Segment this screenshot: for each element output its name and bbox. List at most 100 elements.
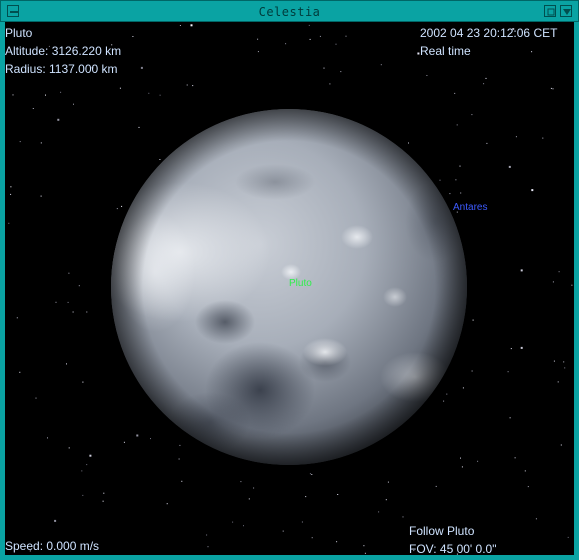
star: [57, 118, 60, 121]
3d-viewport[interactable]: Pluto Altitude: 3126.220 km Radius: 1137…: [5, 22, 574, 555]
star: [206, 534, 208, 536]
pluto-planet[interactable]: [90, 109, 467, 465]
time-info: 2002 04 23 20:12:06 CET Real time: [420, 24, 557, 60]
star: [179, 444, 181, 446]
star: [483, 83, 485, 85]
star: [10, 186, 12, 188]
star: [190, 24, 193, 27]
star: [166, 503, 168, 505]
star: [472, 319, 474, 321]
star: [560, 444, 562, 446]
star: [309, 38, 311, 40]
star: [102, 500, 104, 502]
star: [363, 545, 365, 547]
star: [380, 64, 382, 66]
star: [408, 142, 409, 144]
star: [509, 417, 511, 419]
altitude-readout: Altitude: 3126.220 km: [5, 44, 122, 58]
datetime-readout: 2002 04 23 20:12:06 CET: [420, 26, 558, 40]
star: [520, 269, 523, 272]
star: [449, 193, 451, 195]
star: [150, 438, 151, 440]
celestia-window: Celestia Pluto Altitude: 3126.220 km Rad…: [0, 0, 579, 560]
star: [329, 83, 331, 85]
camera-info: Follow Pluto FOV: 45 00' 0.0": [409, 522, 497, 555]
follow-mode-readout: Follow Pluto: [409, 524, 475, 538]
star: [186, 84, 188, 86]
star: [508, 165, 511, 168]
star: [402, 516, 404, 518]
star: [40, 195, 42, 197]
star: [55, 301, 57, 303]
star: [248, 498, 250, 500]
star: [12, 94, 14, 96]
window-title: Celestia: [258, 5, 321, 19]
star: [66, 363, 67, 365]
star: [471, 370, 473, 372]
star: [514, 457, 516, 459]
star: [123, 441, 125, 443]
star: [550, 87, 552, 89]
star: [159, 159, 161, 160]
star: [207, 546, 209, 548]
star: [60, 91, 62, 93]
star: [378, 511, 380, 513]
star: [89, 454, 92, 457]
star: [552, 281, 554, 283]
star: [446, 393, 448, 395]
star: [507, 371, 509, 373]
star: [460, 192, 462, 194]
star: [323, 67, 325, 69]
star: [138, 126, 140, 128]
star: [136, 434, 139, 437]
star: [232, 521, 234, 523]
star: [335, 43, 337, 45]
star: [527, 486, 529, 488]
star: [116, 208, 118, 210]
star: [285, 43, 287, 45]
star: [426, 75, 428, 76]
star: [192, 85, 194, 87]
star: [103, 492, 105, 494]
star: [253, 487, 255, 489]
star: [471, 114, 473, 116]
star: [454, 92, 456, 94]
star: [119, 87, 121, 89]
star: [387, 481, 389, 483]
body-label-pluto[interactable]: Pluto: [289, 278, 312, 289]
close-icon[interactable]: [560, 5, 572, 17]
star: [364, 552, 366, 554]
title-bar[interactable]: Celestia: [0, 0, 579, 22]
star: [311, 537, 313, 539]
star: [510, 348, 512, 350]
star: [68, 447, 70, 449]
star: [309, 473, 311, 475]
minimize-icon[interactable]: [544, 5, 556, 17]
star: [308, 24, 310, 26]
star: [486, 142, 488, 144]
selected-object-name: Pluto: [5, 26, 33, 40]
star: [439, 179, 441, 181]
star: [68, 272, 70, 274]
time-rate-readout: Real time: [420, 44, 471, 58]
star-label-antares[interactable]: Antares: [453, 202, 487, 213]
star: [552, 88, 554, 90]
star: [8, 222, 10, 224]
radius-readout: Radius: 1137.000 km: [5, 62, 118, 76]
star: [460, 457, 461, 459]
star: [345, 35, 347, 37]
star: [86, 311, 88, 313]
star: [159, 94, 161, 96]
star: [179, 25, 181, 26]
star: [524, 470, 526, 472]
star: [19, 141, 21, 143]
star: [462, 387, 464, 389]
star: [78, 285, 80, 287]
star: [301, 521, 303, 523]
star: [485, 77, 487, 79]
star: [542, 137, 544, 139]
star: [535, 518, 537, 520]
star: [82, 381, 84, 383]
star: [121, 205, 123, 207]
star: [178, 458, 180, 460]
